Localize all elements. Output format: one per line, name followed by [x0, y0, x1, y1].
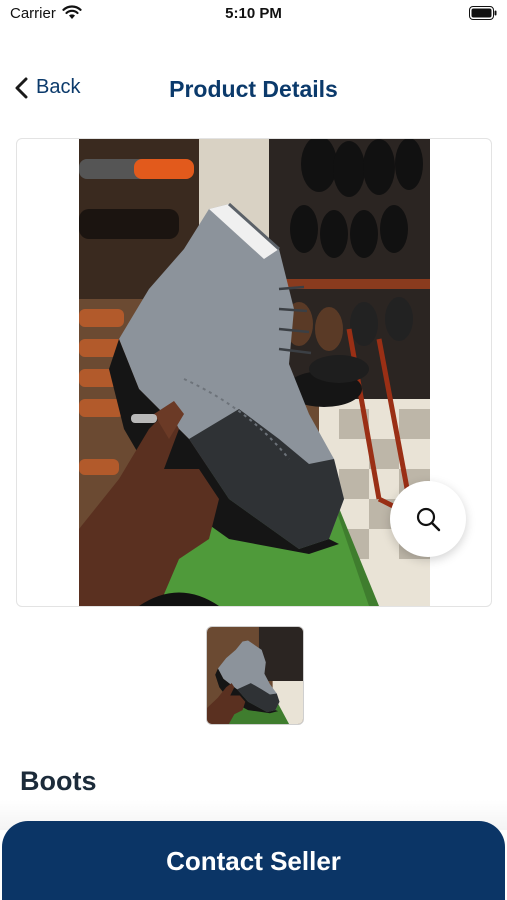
battery-icon	[469, 6, 497, 20]
navigation-bar: Back Product Details	[0, 62, 507, 118]
thumbnail-image	[207, 627, 303, 724]
product-image-card	[16, 138, 492, 607]
zoom-button[interactable]	[390, 481, 466, 557]
page-title: Product Details	[169, 76, 338, 102]
product-photo[interactable]	[79, 139, 430, 606]
product-thumbnail[interactable]	[206, 626, 304, 725]
contact-seller-button[interactable]: Contact Seller	[2, 821, 505, 900]
status-bar: Carrier 5:10 PM	[0, 0, 507, 28]
status-time: 5:10 PM	[225, 5, 282, 22]
magnifier-icon	[416, 507, 441, 532]
product-details-screen: Carrier 5:10 PM Back Product Details Boo…	[0, 0, 507, 900]
product-name: Boots	[20, 766, 97, 796]
